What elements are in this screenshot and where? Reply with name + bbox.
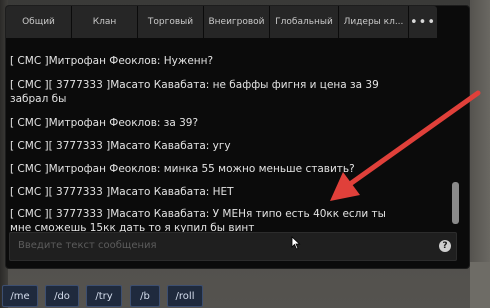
message-line: забрал бы <box>10 93 67 105</box>
chat-message: [ СМС ][ 3777333 ]Масато Кавабата: угу <box>10 139 400 153</box>
message-line: [ СМС ][ 3777333 ]Масато Кавабата: не ба… <box>10 79 379 91</box>
chat-scrollbar[interactable] <box>452 182 459 224</box>
do-command-button[interactable]: /do <box>45 285 79 307</box>
message-line: [ СМС ][ 3777333 ]Масато Кавабата: угу <box>10 140 231 152</box>
tab-trade[interactable]: Торговый <box>138 6 204 38</box>
tab-general[interactable]: Общий <box>6 6 72 38</box>
chat-window: Общий Клан Торговый Внеигровой Глобальны… <box>6 6 469 268</box>
message-line: [ СМС ]Митрофан Феоклов: минка 55 можно … <box>10 163 355 175</box>
chat-message: [ СМС ]Митрофан Феоклов: минка 55 можно … <box>10 162 400 176</box>
more-tabs-button[interactable]: ••• <box>409 6 437 38</box>
try-command-button[interactable]: /try <box>86 285 122 307</box>
chat-message: [ СМС ][ 3777333 ]Масато Кавабата: НЕТ <box>10 185 400 199</box>
mouse-cursor-icon <box>291 236 301 250</box>
tab-global[interactable]: Глобальный <box>270 6 339 38</box>
chat-input[interactable]: Введите текст сообщения ? <box>9 232 457 261</box>
tab-clan-leaders[interactable]: Лидеры кл... <box>339 6 409 38</box>
command-buttons: /me /do /try /b /roll <box>0 285 215 307</box>
message-line: [ СМС ][ 3777333 ]Масато Кавабата: НЕТ <box>10 186 234 198</box>
message-line: [ СМС ][ 3777333 ]Масато Кавабата: У МЕН… <box>10 208 386 220</box>
chat-message: [ СМС ][ 3777333 ]Масато Кавабата: не ба… <box>10 78 400 106</box>
chat-message: [ СМС ]Митрофан Феоклов: за 39? <box>10 116 400 130</box>
chat-message: [ СМС ]Митрофан Феоклов: Нуженн? <box>10 54 400 68</box>
tab-offgame[interactable]: Внеигровой <box>204 6 270 38</box>
me-command-button[interactable]: /me <box>2 285 38 307</box>
game-background-bottom <box>470 262 490 308</box>
question-icon[interactable]: ? <box>439 240 451 252</box>
chat-message-list: [ СМС ]Митрофан Феоклов: Нуженн? [ СМС ]… <box>6 50 446 234</box>
chat-message: [ СМС ][ 3777333 ]Масато Кавабата: У МЕН… <box>10 207 400 235</box>
tab-clan[interactable]: Клан <box>72 6 138 38</box>
message-line: [ СМС ]Митрофан Феоклов: Нуженн? <box>10 55 214 67</box>
chat-tab-bar: Общий Клан Торговый Внеигровой Глобальны… <box>6 6 469 38</box>
chat-input-placeholder: Введите текст сообщения <box>18 240 157 251</box>
b-command-button[interactable]: /b <box>130 285 160 307</box>
roll-command-button[interactable]: /roll <box>167 285 203 307</box>
message-line: [ СМС ]Митрофан Феоклов: за 39? <box>10 117 199 129</box>
